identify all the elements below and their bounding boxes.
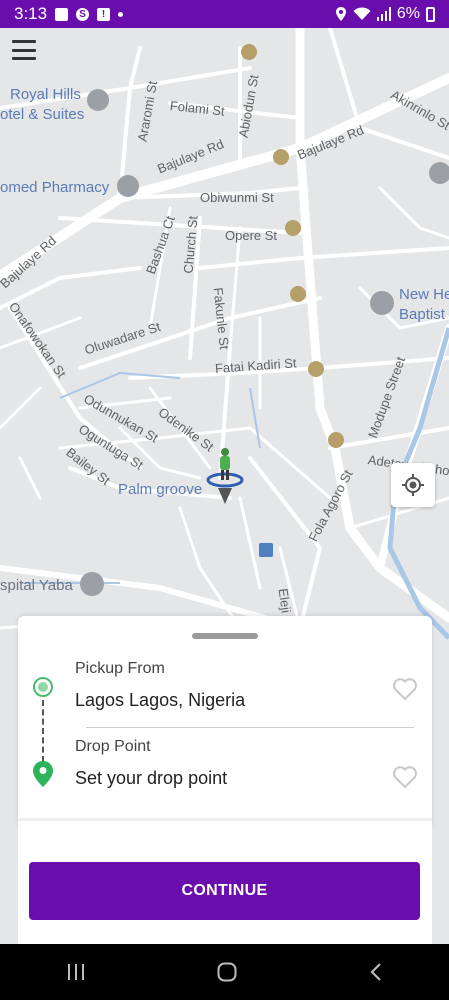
poi-label: Baptist bbox=[399, 306, 445, 323]
drop-location-field[interactable]: Set your drop point bbox=[75, 768, 227, 789]
drop-label: Drop Point bbox=[75, 738, 151, 755]
drop-pin-icon bbox=[33, 761, 53, 787]
poi-label: New He bbox=[399, 286, 449, 303]
status-right: 6% bbox=[335, 5, 435, 23]
screen: 3:13 S ! 6% Araromi St Abiodun St Folami… bbox=[0, 0, 449, 1000]
battery-icon bbox=[426, 6, 435, 22]
current-location-pin bbox=[206, 448, 244, 504]
alert-icon: ! bbox=[97, 7, 111, 21]
bus-stop-markers bbox=[241, 44, 344, 557]
drag-handle[interactable] bbox=[192, 633, 258, 639]
image-icon bbox=[55, 7, 69, 21]
poi-label: omed Pharmacy bbox=[0, 179, 110, 196]
poi-label: Royal Hills bbox=[10, 86, 81, 103]
favorite-drop-heart-icon[interactable] bbox=[392, 765, 418, 789]
divider bbox=[86, 727, 414, 728]
status-time: 3:13 bbox=[14, 4, 48, 23]
my-location-button[interactable] bbox=[391, 463, 435, 507]
recent-apps-icon[interactable] bbox=[66, 963, 86, 981]
street-label: Obiwunmi St bbox=[200, 190, 274, 205]
wifi-icon bbox=[353, 7, 371, 20]
menu-icon[interactable] bbox=[12, 40, 36, 60]
pickup-dot-icon bbox=[33, 677, 53, 697]
poi-label: spital Yaba bbox=[0, 577, 73, 594]
status-bar: 3:13 S ! 6% bbox=[0, 0, 449, 28]
battery-percent: 6% bbox=[396, 5, 420, 22]
favorite-pickup-heart-icon[interactable] bbox=[392, 677, 418, 701]
crosshair-icon bbox=[402, 474, 424, 496]
poi-label: otel & Suites bbox=[0, 106, 85, 123]
street-label: Opere St bbox=[225, 228, 278, 243]
location-panel bbox=[18, 616, 432, 826]
system-nav-bar bbox=[0, 944, 449, 1000]
home-icon[interactable] bbox=[217, 962, 237, 982]
poi-label: Palm groove bbox=[118, 481, 203, 498]
more-notifications-dot bbox=[118, 11, 124, 17]
pickup-location-field[interactable]: Lagos Lagos, Nigeria bbox=[75, 690, 245, 711]
location-icon bbox=[335, 7, 346, 21]
panel-separator bbox=[18, 818, 432, 821]
back-icon[interactable] bbox=[369, 962, 383, 982]
skype-icon: S bbox=[76, 7, 90, 21]
signal-icon bbox=[376, 7, 391, 21]
status-left: 3:13 S ! bbox=[14, 4, 124, 24]
pickup-label: Pickup From bbox=[75, 660, 165, 677]
continue-button[interactable]: CONTINUE bbox=[29, 862, 420, 920]
route-connector bbox=[42, 700, 44, 762]
